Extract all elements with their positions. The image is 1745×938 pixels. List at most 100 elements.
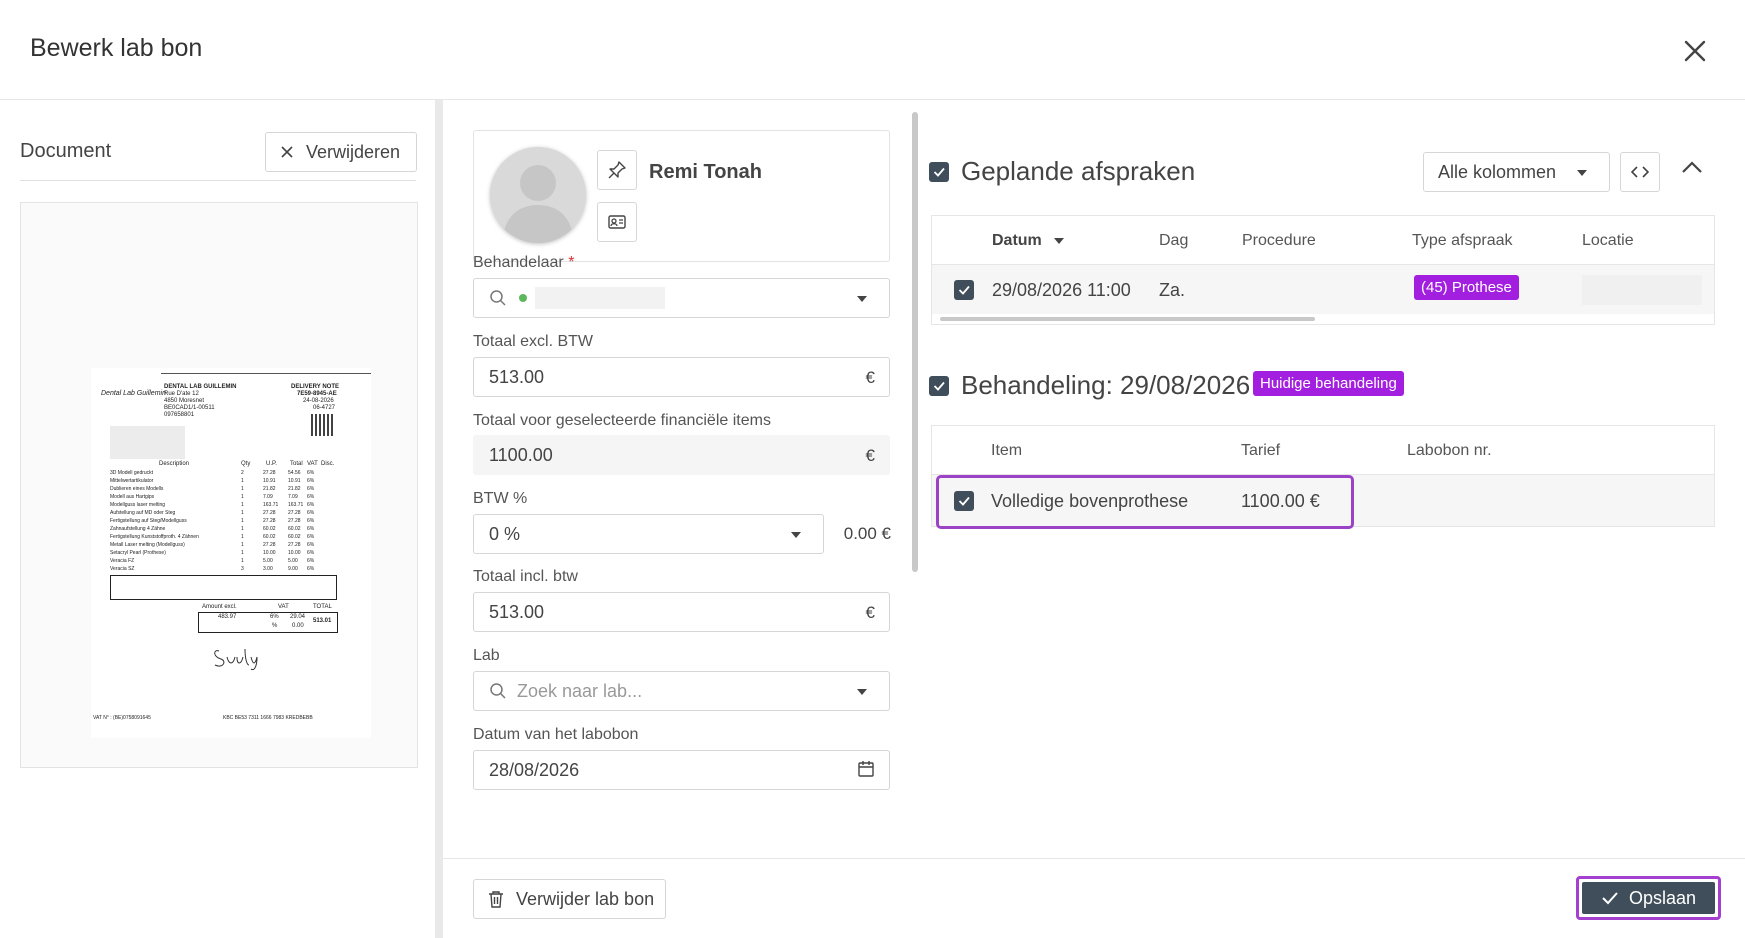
lab-placeholder: Zoek naar lab... — [517, 680, 643, 701]
col-header-procedure: Procedure — [1242, 232, 1316, 249]
column-select[interactable]: Alle kolommen — [1423, 152, 1610, 192]
pin-icon — [608, 161, 626, 179]
delivery-note-cell: 27.28 — [288, 510, 301, 516]
delivery-note-cell: Zahnaufstellung 4 Zähne — [110, 526, 166, 532]
table-row[interactable]: 29/08/2026 11:00 Za. (45) Prothese — [932, 264, 1714, 314]
treatment-title: Behandeling: 29/08/2026 — [961, 370, 1251, 400]
patient-card-button[interactable] — [597, 202, 637, 242]
lab-search-select[interactable]: Zoek naar lab... — [473, 671, 890, 711]
btw-select[interactable]: 0 % — [473, 514, 824, 554]
delivery-note-cell: Dublieren eines Modells — [110, 486, 164, 492]
scrollbar-thumb[interactable] — [940, 317, 1315, 321]
col-header-tarief: Tarief — [1241, 442, 1281, 459]
delivery-note-cell: Aufstellung auf MD oder Steg — [110, 510, 176, 516]
col-header-locatie: Locatie — [1582, 232, 1634, 249]
delivery-note-cell: Veracia FZ — [110, 558, 135, 564]
document-preview[interactable]: Dental Lab Guillemin DENTAL LAB GUILLEMI… — [20, 202, 418, 768]
treatment-checkbox[interactable] — [929, 376, 949, 396]
col-header-datum[interactable]: Datum — [992, 232, 1065, 250]
delivery-note-cell: 2 — [241, 470, 244, 476]
delivery-note-cell: Metall Laser melting (Modellguss) — [110, 542, 185, 548]
behandelaar-label-text: Behandelaar — [473, 254, 564, 271]
footer-bank: KBC BE53 7311 1666 7983 KREDBEBB — [223, 715, 313, 721]
col-header-item: Item — [991, 442, 1023, 459]
delivery-note-cell: 6% — [307, 526, 315, 532]
row-checkbox[interactable] — [954, 280, 974, 300]
appointment-type-badge: (45) Prothese — [1414, 275, 1519, 300]
delivery-note-cell: Veracia SZ — [110, 566, 135, 572]
close-icon[interactable] — [1680, 36, 1710, 66]
totals-value: % — [272, 623, 278, 629]
delivery-note-cell: 1 — [241, 518, 244, 524]
pin-button[interactable] — [597, 150, 637, 190]
delivery-note-cell: 1 — [241, 526, 244, 532]
delivery-note-cell: Mittelwertartikulator — [110, 478, 154, 484]
btw-label: BTW % — [473, 490, 528, 507]
scrollbar-thumb[interactable] — [912, 112, 918, 572]
datum-input[interactable]: 28/08/2026 — [473, 750, 890, 790]
row-datum: 29/08/2026 11:00 — [992, 280, 1131, 300]
delete-lab-bon-button[interactable]: Verwijder lab bon — [473, 879, 666, 919]
delivery-note-page: Dental Lab Guillemin DENTAL LAB GUILLEMI… — [91, 368, 371, 738]
patient-name[interactable]: Remi Tonah — [649, 161, 762, 184]
delivery-note-cell: 60.02 — [288, 534, 301, 540]
remove-document-button[interactable]: Verwijderen — [265, 132, 417, 172]
footer-divider — [443, 858, 1745, 859]
currency-suffix: € — [865, 603, 875, 622]
form-scrollbar[interactable] — [911, 100, 919, 858]
delivery-note-cell: 27.28 — [263, 542, 276, 548]
edit-lab-bon-modal: Bewerk lab bon Document Verwijderen Dent… — [0, 0, 1745, 938]
currency-suffix: € — [865, 368, 875, 387]
delivery-note-cell: 1 — [241, 534, 244, 540]
delivery-note-cell: 54.56 — [288, 470, 301, 476]
appointments-checkbox[interactable] — [929, 162, 949, 182]
behandelaar-select[interactable] — [473, 278, 890, 318]
delivery-note-cell: 6% — [307, 494, 315, 500]
redacted-value — [535, 287, 665, 309]
totals-value: 483.97 — [218, 614, 237, 620]
check-icon — [1602, 892, 1618, 905]
lab-address-line: 4850 Moresnet — [164, 398, 205, 404]
collapse-button[interactable] — [1681, 160, 1709, 184]
delivery-note-cell: 10.91 — [288, 478, 301, 484]
col-header: VAT — [307, 461, 318, 467]
footer-vat: VAT N° : (BE)0758091645 — [93, 715, 151, 721]
col-header: Total — [290, 461, 303, 467]
delivery-note-cell: 6% — [307, 558, 315, 564]
panel-resize-handle[interactable] — [435, 100, 443, 938]
horizontal-scrollbar[interactable] — [934, 316, 1712, 322]
totaal-incl-input[interactable]: 513.00 € — [473, 592, 890, 632]
appointments-table: Datum Dag Procedure Type afspraak Locati… — [931, 215, 1715, 325]
sort-desc-icon — [1054, 237, 1065, 244]
col-header: Disc. — [321, 461, 335, 467]
totaal-excl-input[interactable]: 513.00 € — [473, 357, 890, 397]
signature-image — [214, 648, 258, 671]
totaal-incl-value: 513.00 — [489, 601, 545, 622]
btw-amount: 0.00 € — [843, 524, 891, 543]
delivery-note-cell: Modellguss laser melting — [110, 502, 166, 508]
doc-ref: 06-4727 — [313, 405, 336, 411]
totaal-excl-value: 513.00 — [489, 366, 545, 387]
totaal-incl-label: Totaal incl. btw — [473, 568, 578, 585]
expand-columns-button[interactable] — [1620, 152, 1660, 192]
search-icon — [490, 290, 506, 306]
delivery-note-cell: 1 — [241, 494, 244, 500]
col-header: Qty — [241, 461, 251, 467]
lab-label: Lab — [473, 647, 500, 664]
doc-number: 7E59-8945-AE — [297, 391, 337, 397]
delivery-note-cell: 27.28 — [288, 542, 301, 548]
save-button[interactable]: Opslaan — [1582, 882, 1715, 914]
datum-value: 28/08/2026 — [489, 760, 580, 780]
delivery-note-cell: 1 — [241, 542, 244, 548]
patient-card: Remi Tonah — [473, 130, 890, 262]
delivery-note-cell: 5.00 — [263, 558, 273, 564]
delivery-note-cell: 27.28 — [288, 518, 301, 524]
totals-value: 29.04 — [290, 614, 306, 620]
qr-code — [311, 414, 335, 436]
delivery-note-cell: 6% — [307, 518, 315, 524]
modal-header: Bewerk lab bon — [0, 0, 1745, 100]
delivery-note-cell: 3 — [241, 566, 244, 572]
delivery-note-cell: 21.82 — [263, 486, 276, 492]
delivery-note-cell: 1 — [241, 510, 244, 516]
delivery-note-cell: 9.00 — [288, 566, 298, 572]
